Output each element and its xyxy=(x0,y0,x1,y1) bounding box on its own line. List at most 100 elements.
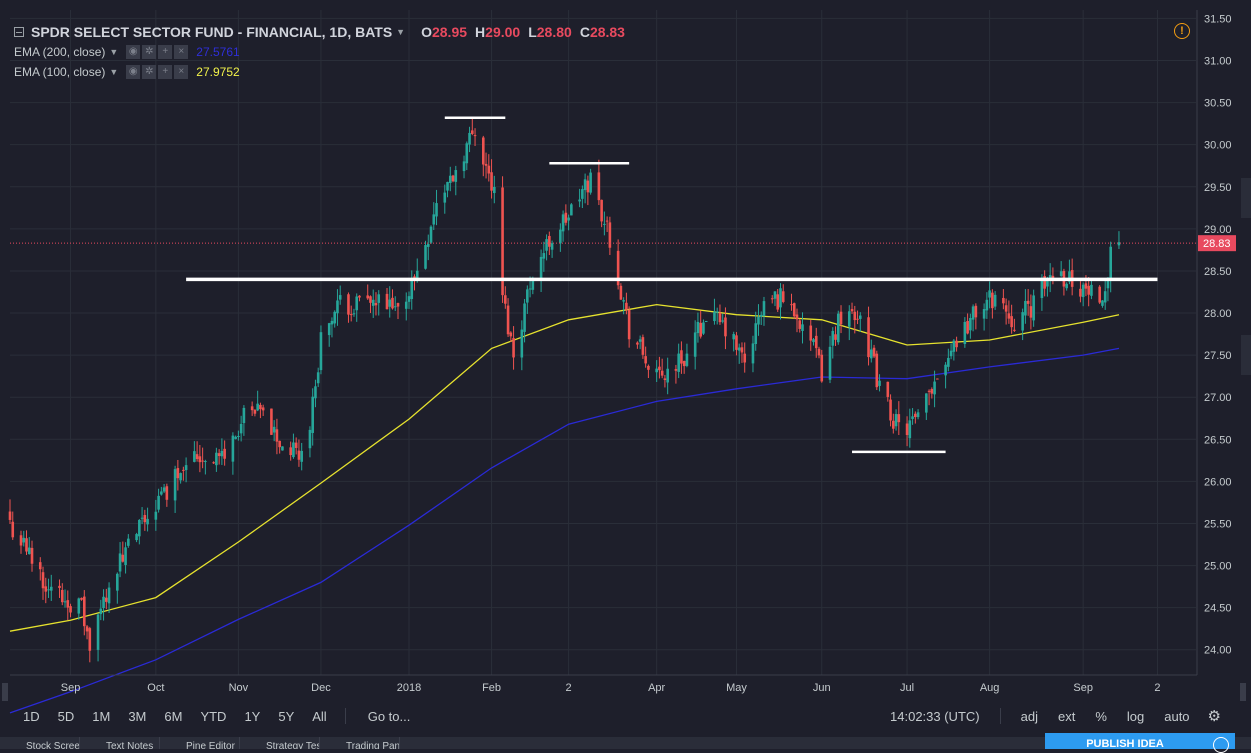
price-chart[interactable]: 24.00 24.50 25.00 25.50 26.00 26.50 27.00 27.50… xyxy=(0,0,1251,749)
candle-body xyxy=(30,547,34,564)
scroll-left-handle[interactable] xyxy=(2,683,8,701)
candle-body xyxy=(49,586,53,591)
candle-body xyxy=(597,172,601,201)
candle-body xyxy=(127,538,130,546)
timeframe-1d[interactable]: 1D xyxy=(23,709,40,724)
ema100-line xyxy=(9,303,1120,632)
candle-body xyxy=(581,189,584,199)
candle-body xyxy=(319,332,323,371)
last-price-tag-label: 28.83 xyxy=(1203,238,1231,250)
ema200-label[interactable]: EMA (200, close) xyxy=(14,45,105,59)
time-tick-label: Jun xyxy=(813,682,831,694)
candle-body xyxy=(892,420,895,429)
publish-idea-button[interactable]: PUBLISH IDEA xyxy=(1045,733,1205,749)
candle-body xyxy=(1117,242,1121,246)
side-panel-tab[interactable] xyxy=(1241,178,1251,218)
timeframe-5d[interactable]: 5D xyxy=(58,709,75,724)
log-toggle[interactable]: log xyxy=(1127,709,1144,724)
candle-body xyxy=(82,596,86,627)
symbol-title[interactable]: SPDR SELECT SECTOR FUND - FINANCIAL, 1D,… xyxy=(31,24,392,40)
gear-icon[interactable]: ✲ xyxy=(142,45,157,59)
play-icon[interactable] xyxy=(1205,733,1235,753)
alert-icon[interactable]: ! xyxy=(1174,23,1190,39)
chevron-down-icon[interactable]: ▼ xyxy=(396,27,405,37)
candle-body xyxy=(27,547,31,555)
candle-body xyxy=(330,320,334,325)
time-tick-label: Sep xyxy=(61,682,81,694)
tab-strategy-tester[interactable]: Strategy Tester xyxy=(240,737,320,749)
timeframe-ytd[interactable]: YTD xyxy=(200,709,226,724)
timeframe-5y[interactable]: 5Y xyxy=(278,709,294,724)
tab-stock-screener[interactable]: Stock Screener xyxy=(0,737,80,749)
candle-body xyxy=(897,414,901,423)
candle-body xyxy=(696,321,700,334)
candle-body xyxy=(949,350,953,357)
timeframe-6m[interactable]: 6M xyxy=(164,709,182,724)
eye-icon[interactable]: ◉ xyxy=(126,65,141,79)
candle-body xyxy=(297,450,301,460)
gear-icon[interactable]: ✲ xyxy=(142,65,157,79)
candle-body xyxy=(847,311,851,327)
side-panel-tab[interactable] xyxy=(1241,335,1251,375)
price-tick-label: 29.50 xyxy=(1204,182,1232,194)
plus-icon[interactable]: + xyxy=(158,45,173,59)
candle-body xyxy=(162,487,166,492)
candle-body xyxy=(448,175,452,183)
candle-body xyxy=(831,330,835,346)
candle-body xyxy=(966,321,969,334)
timeframe-all[interactable]: All xyxy=(312,709,326,724)
adj-toggle[interactable]: adj xyxy=(1021,709,1038,724)
time-tick-label: Jul xyxy=(900,682,914,694)
candle-body xyxy=(259,404,262,410)
gear-icon[interactable]: ⚙ xyxy=(1208,707,1221,725)
chevron-down-icon[interactable]: ▼ xyxy=(109,67,118,77)
scroll-right-handle[interactable] xyxy=(1240,683,1246,701)
timeframe-3m[interactable]: 3M xyxy=(128,709,146,724)
collapse-icon[interactable] xyxy=(14,27,24,37)
candle-body xyxy=(685,353,689,366)
chevron-down-icon[interactable]: ▼ xyxy=(109,47,118,57)
candle-body xyxy=(154,511,158,520)
candle-body xyxy=(484,163,488,166)
price-tick-label: 25.00 xyxy=(1204,561,1232,573)
tab-trading-panel[interactable]: Trading Panel xyxy=(320,737,400,749)
candle-body xyxy=(393,306,397,308)
price-axis-panel[interactable] xyxy=(1197,10,1241,675)
candle-body xyxy=(930,389,934,394)
candle-body xyxy=(751,343,755,364)
candle-body xyxy=(22,537,26,543)
auto-toggle[interactable]: auto xyxy=(1164,709,1189,724)
time-axis[interactable]: Sep Oct Nov Dec 2018 Feb 2 Apr May Jun Jul Aug Sep 2 xyxy=(61,682,1161,694)
candle-body xyxy=(355,296,359,311)
candle-body xyxy=(798,320,802,329)
tab-text-notes[interactable]: Text Notes xyxy=(80,737,160,749)
candle-body xyxy=(193,451,196,462)
price-tick-label: 27.00 xyxy=(1204,392,1232,404)
eye-icon[interactable]: ◉ xyxy=(126,45,141,59)
timeframe-1m[interactable]: 1M xyxy=(92,709,110,724)
candle-body xyxy=(19,535,23,546)
ext-toggle[interactable]: ext xyxy=(1058,709,1075,724)
timeframe-1y[interactable]: 1Y xyxy=(244,709,260,724)
candle-body xyxy=(947,357,950,367)
close-icon[interactable]: × xyxy=(174,45,189,59)
candle-body xyxy=(520,329,524,358)
tab-pine-editor[interactable]: Pine Editor xyxy=(160,737,240,749)
percent-toggle[interactable]: % xyxy=(1095,709,1107,724)
candle-body xyxy=(250,406,254,411)
candle-body xyxy=(570,204,573,216)
candle-body xyxy=(625,302,628,310)
price-tick-label: 31.00 xyxy=(1204,56,1232,68)
candle-body xyxy=(349,314,353,316)
candle-body xyxy=(1007,313,1011,319)
clock-readout[interactable]: 14:02:33 (UTC) xyxy=(890,709,980,724)
plus-icon[interactable]: + xyxy=(158,65,173,79)
candle-body xyxy=(704,320,708,322)
close-icon[interactable]: × xyxy=(174,65,189,79)
candle-body xyxy=(655,368,658,373)
candle-body xyxy=(548,235,551,247)
goto-button[interactable]: Go to... xyxy=(368,709,411,724)
candle-body xyxy=(366,295,370,299)
ema100-label[interactable]: EMA (100, close) xyxy=(14,65,105,79)
candle-body xyxy=(176,468,180,479)
